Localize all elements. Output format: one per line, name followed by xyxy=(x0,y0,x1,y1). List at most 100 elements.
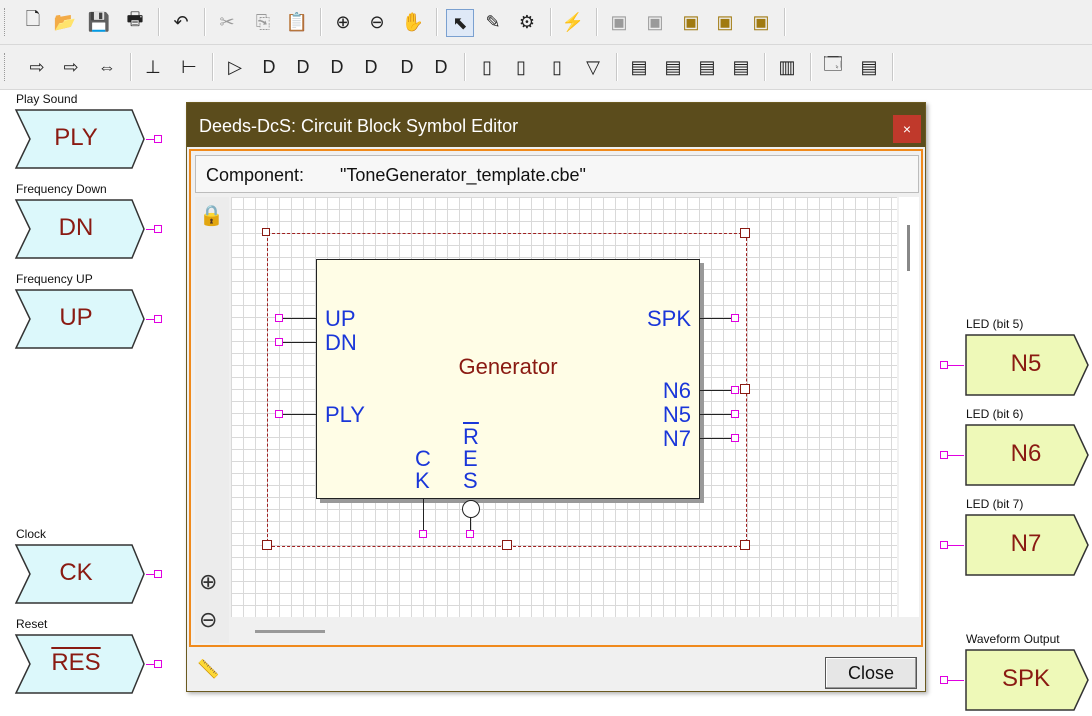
generator-block[interactable]: Generator UP DN PLY SPK N6 N5 N7 C K R E… xyxy=(316,259,700,499)
input-icon[interactable]: ⇨ xyxy=(24,54,50,80)
zoom-in-icon[interactable]: ⊕ xyxy=(199,569,217,595)
resize-handle[interactable] xyxy=(502,540,512,550)
properties-icon[interactable]: 🗔 xyxy=(820,54,846,80)
chip-icon[interactable]: ▣ xyxy=(678,9,704,35)
output-label: LED (bit 6) xyxy=(966,407,1024,421)
chip-icon[interactable]: ▣ xyxy=(606,9,632,35)
pin-ply[interactable] xyxy=(275,410,283,418)
flipflop-icon[interactable]: ▽ xyxy=(580,54,606,80)
close-icon[interactable]: × xyxy=(893,115,921,143)
xnor-icon[interactable]: D xyxy=(428,54,454,80)
buffer-icon[interactable]: ▷ xyxy=(222,54,248,80)
new-icon[interactable]: 🗋 xyxy=(20,9,46,35)
input-label: Reset xyxy=(16,617,48,631)
wire xyxy=(146,139,154,140)
memory-icon[interactable]: ▤ xyxy=(660,54,686,80)
pin[interactable] xyxy=(154,315,162,323)
nand-icon[interactable]: D xyxy=(358,54,384,80)
chip-icon[interactable]: ▣ xyxy=(642,9,668,35)
close-button[interactable]: Close xyxy=(825,657,917,689)
cut-icon[interactable]: ✂ xyxy=(214,9,240,35)
resize-handle[interactable] xyxy=(262,228,270,236)
pin-ck[interactable] xyxy=(419,530,427,538)
pin-dn[interactable] xyxy=(275,338,283,346)
save-icon[interactable]: 💾 xyxy=(86,9,112,35)
xor-icon[interactable]: D xyxy=(324,54,350,80)
pin-line xyxy=(283,318,316,319)
pin[interactable] xyxy=(940,451,948,459)
input-text: UP xyxy=(59,304,93,331)
editor-grid[interactable]: Generator UP DN PLY SPK N6 N5 N7 C K R E… xyxy=(231,197,897,617)
pin-line xyxy=(699,318,731,319)
toolbar-separator xyxy=(204,8,206,36)
pointer-icon[interactable]: ⬉ xyxy=(446,9,474,37)
scroll-thumb[interactable] xyxy=(907,225,910,271)
and-icon[interactable]: D xyxy=(256,54,282,80)
pin-res[interactable] xyxy=(466,530,474,538)
list-icon[interactable]: ▤ xyxy=(856,54,882,80)
pin[interactable] xyxy=(940,676,948,684)
nor-icon[interactable]: D xyxy=(394,54,420,80)
wire xyxy=(146,319,154,320)
output-label: Waveform Output xyxy=(966,632,1060,646)
resize-handle[interactable] xyxy=(740,228,750,238)
dialog-titlebar[interactable]: Deeds-DcS: Circuit Block Symbol Editor × xyxy=(187,103,925,147)
lock-icon[interactable]: 🔒 xyxy=(199,203,224,228)
chip-icon[interactable]: ▤ xyxy=(694,54,720,80)
or-icon[interactable]: D xyxy=(290,54,316,80)
pin-spk[interactable] xyxy=(731,314,739,322)
simulation-icon[interactable]: ⚡ xyxy=(560,9,586,35)
flipflop-icon[interactable]: ▯ xyxy=(474,54,500,80)
chip-icon[interactable]: ▣ xyxy=(712,9,738,35)
pin-n5[interactable] xyxy=(731,410,739,418)
pin-line xyxy=(423,498,424,530)
symbol-editor-dialog: Deeds-DcS: Circuit Block Symbol Editor ×… xyxy=(186,102,926,692)
copy-icon[interactable]: ⎘ xyxy=(250,9,276,35)
ram-icon[interactable]: ▤ xyxy=(728,54,754,80)
zoom-out-icon[interactable]: ⊖ xyxy=(199,607,217,633)
hand-icon[interactable]: ✋ xyxy=(400,9,426,35)
undo-icon[interactable]: ↶ xyxy=(168,9,194,35)
paste-icon[interactable]: 📋 xyxy=(284,9,310,35)
gnd-icon[interactable]: ⊥ xyxy=(140,54,166,80)
bidir-icon[interactable]: ⇔ xyxy=(94,54,120,80)
pin[interactable] xyxy=(154,135,162,143)
pin[interactable] xyxy=(154,660,162,668)
rom-icon[interactable]: ▥ xyxy=(774,54,800,80)
resize-handle[interactable] xyxy=(740,384,750,394)
pin[interactable] xyxy=(154,225,162,233)
zoom-in-icon[interactable]: ⊕ xyxy=(330,9,356,35)
chip-icon[interactable]: ▣ xyxy=(748,9,774,35)
pin[interactable] xyxy=(940,361,948,369)
pin-n6[interactable] xyxy=(731,386,739,394)
vertical-scrollbar[interactable] xyxy=(899,197,919,617)
scroll-thumb[interactable] xyxy=(255,630,325,633)
resize-handle[interactable] xyxy=(740,540,750,550)
toolbar-separator xyxy=(764,53,766,81)
probe-icon[interactable]: ⊢ xyxy=(176,54,202,80)
component-icon[interactable]: ⚙ xyxy=(514,9,540,35)
pin-up[interactable] xyxy=(275,314,283,322)
toolbar-grip[interactable] xyxy=(4,53,8,81)
pin-label-dn: DN xyxy=(325,330,357,355)
pin-line xyxy=(699,438,731,439)
open-icon[interactable]: 📂 xyxy=(52,9,78,35)
pin[interactable] xyxy=(154,570,162,578)
output-icon[interactable]: ⇨ xyxy=(58,54,84,80)
print-icon[interactable]: 🖶 xyxy=(122,9,148,35)
flipflop-icon[interactable]: ▯ xyxy=(508,54,534,80)
zoom-out-icon[interactable]: ⊖ xyxy=(364,9,390,35)
resize-handle[interactable] xyxy=(262,540,272,550)
horizontal-scrollbar[interactable] xyxy=(231,619,897,643)
output-text: N6 xyxy=(1010,440,1042,467)
flipflop-icon[interactable]: ▯ xyxy=(544,54,570,80)
pin[interactable] xyxy=(940,541,948,549)
pin-label-res-s: S xyxy=(463,468,478,493)
toolbar-grip[interactable] xyxy=(4,8,8,36)
pin-n7[interactable] xyxy=(731,434,739,442)
wire-icon[interactable]: ✎ xyxy=(480,9,506,35)
ruler-icon[interactable]: 📏 xyxy=(197,659,223,685)
pin-label-ply: PLY xyxy=(325,402,365,427)
toolbar-separator xyxy=(158,8,160,36)
chip-icon[interactable]: ▤ xyxy=(626,54,652,80)
